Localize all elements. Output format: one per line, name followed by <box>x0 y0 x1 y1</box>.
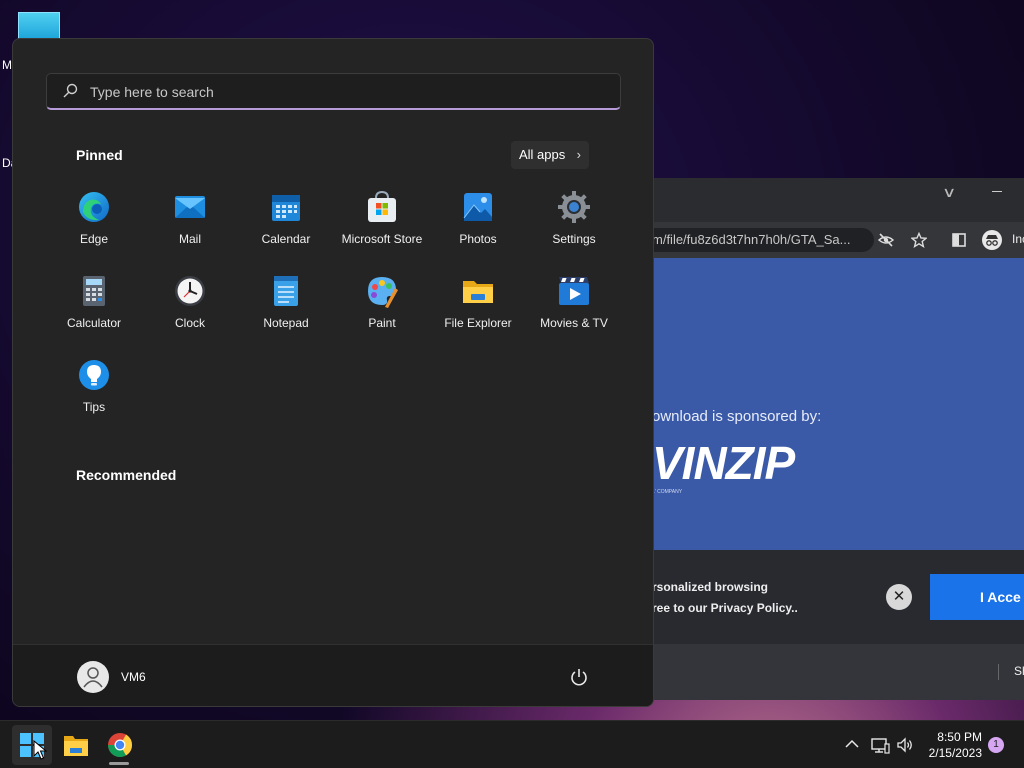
movies-icon <box>559 277 589 305</box>
start-menu: Type here to search Pinned All apps › Ed… <box>12 38 654 707</box>
pinned-app-settings[interactable]: Settings <box>526 190 622 260</box>
clock-icon <box>175 276 205 306</box>
sidebar-icon[interactable] <box>951 232 967 248</box>
store-icon <box>368 190 396 222</box>
app-label: Movies & TV <box>540 316 608 330</box>
browser-bottom-bar: Sh <box>652 644 1024 700</box>
pinned-app-tips[interactable]: Tips <box>46 358 142 428</box>
edge-icon <box>79 192 109 222</box>
cookie-banner: rsonalized browsing ree to our Privacy P… <box>652 550 1024 644</box>
app-label: File Explorer <box>444 316 512 330</box>
chevron-down-icon[interactable]: ∨ <box>942 184 956 201</box>
incognito-icon[interactable] <box>982 230 1002 250</box>
all-apps-label: All apps <box>519 147 566 162</box>
desktop-icon-label: M <box>2 58 12 72</box>
taskbar-file-explorer[interactable] <box>56 725 96 765</box>
address-bar[interactable]: m/file/fu8z6d3t7hn7h0h/GTA_Sa... <box>652 228 874 252</box>
taskbar-chrome[interactable] <box>100 725 140 765</box>
photos-icon <box>463 193 492 221</box>
clock-time[interactable]: 8:50 PM <box>926 730 982 744</box>
pinned-app-microsoft-store[interactable]: Microsoft Store <box>334 190 430 260</box>
accept-button[interactable]: I Acce <box>930 574 1024 620</box>
avatar[interactable] <box>77 661 109 693</box>
pinned-app-movies-tv[interactable]: Movies & TV <box>526 274 622 344</box>
browser-window[interactable]: ∨ m/file/fu8z6d3t7hn7h0h/GTA_Sa... Inc o… <box>652 178 1024 700</box>
recommended-heading: Recommended <box>76 467 177 483</box>
app-label: Settings <box>552 232 596 246</box>
user-name[interactable]: VM6 <box>121 670 146 684</box>
volume-icon[interactable] <box>895 735 915 755</box>
app-label: Clock <box>174 316 205 330</box>
star-icon[interactable] <box>911 232 927 248</box>
app-label: Mail <box>178 232 201 246</box>
browser-titlebar[interactable]: ∨ <box>652 178 1024 222</box>
eye-slash-icon[interactable] <box>878 232 894 248</box>
tips-icon <box>79 360 109 390</box>
bottom-bar-text[interactable]: Sh <box>1014 664 1024 678</box>
incognito-label: Inc <box>1012 232 1024 246</box>
mouse-cursor-icon <box>33 740 47 760</box>
close-icon[interactable]: ✕ <box>886 584 912 610</box>
pinned-heading: Pinned <box>76 147 123 163</box>
settings-icon <box>558 191 590 223</box>
app-label: Calculator <box>66 316 122 330</box>
chevron-up-icon[interactable] <box>843 735 861 753</box>
pinned-app-clock[interactable]: Clock <box>142 274 238 344</box>
browser-toolbar: m/file/fu8z6d3t7hn7h0h/GTA_Sa... Inc <box>652 222 1024 258</box>
mail-icon <box>175 196 205 218</box>
start-footer: VM6 <box>13 644 653 706</box>
sponsor-logo-subtext: L' COMPANY <box>652 489 683 495</box>
power-icon[interactable] <box>569 667 589 687</box>
search-icon <box>63 83 78 98</box>
app-label: Paint <box>368 316 396 330</box>
pinned-app-edge[interactable]: Edge <box>46 190 142 260</box>
pinned-app-calculator[interactable]: Calculator <box>46 274 142 344</box>
app-label: Microsoft Store <box>341 232 423 246</box>
pinned-app-mail[interactable]: Mail <box>142 190 238 260</box>
pinned-app-paint[interactable]: Paint <box>334 274 430 344</box>
all-apps-button[interactable]: All apps › <box>511 141 589 169</box>
pinned-app-file-explorer[interactable]: File Explorer <box>430 274 526 344</box>
chrome-icon <box>107 733 132 758</box>
user-icon <box>83 667 103 688</box>
app-label: Tips <box>82 400 106 414</box>
network-icon[interactable] <box>870 735 890 755</box>
app-label: Photos <box>459 232 497 246</box>
pinned-app-calendar[interactable]: Calendar <box>238 190 334 260</box>
paint-icon <box>368 277 398 308</box>
sponsor-logo: VINZIP <box>652 437 795 489</box>
pinned-app-photos[interactable]: Photos <box>430 190 526 260</box>
minimize-icon[interactable] <box>992 191 1002 192</box>
notepad-icon <box>274 276 298 306</box>
running-indicator <box>109 762 129 765</box>
app-label: Edge <box>79 232 109 246</box>
app-label: Notepad <box>263 316 309 330</box>
folder-icon <box>463 281 493 303</box>
calculator-icon <box>83 276 105 306</box>
clock-date[interactable]: 2/15/2023 <box>920 746 982 760</box>
search-box[interactable]: Type here to search <box>46 73 621 110</box>
divider <box>998 664 999 680</box>
file-explorer-icon <box>64 736 88 756</box>
web-page: ownload is sponsored by: VINZIP L' COMPA… <box>652 258 1024 646</box>
chevron-right-icon: › <box>576 147 581 162</box>
app-label: Calendar <box>261 232 311 246</box>
calendar-icon <box>272 195 300 221</box>
sponsor-text: ownload is sponsored by: <box>652 408 822 425</box>
search-placeholder[interactable]: Type here to search <box>90 84 214 100</box>
cookie-text: rsonalized browsing <box>652 580 769 594</box>
cookie-text: ree to our Privacy Policy.. <box>652 601 798 615</box>
taskbar: 8:50 PM 2/15/2023 1 <box>0 720 1024 768</box>
notification-badge[interactable]: 1 <box>988 737 1004 753</box>
pinned-app-notepad[interactable]: Notepad <box>238 274 334 344</box>
